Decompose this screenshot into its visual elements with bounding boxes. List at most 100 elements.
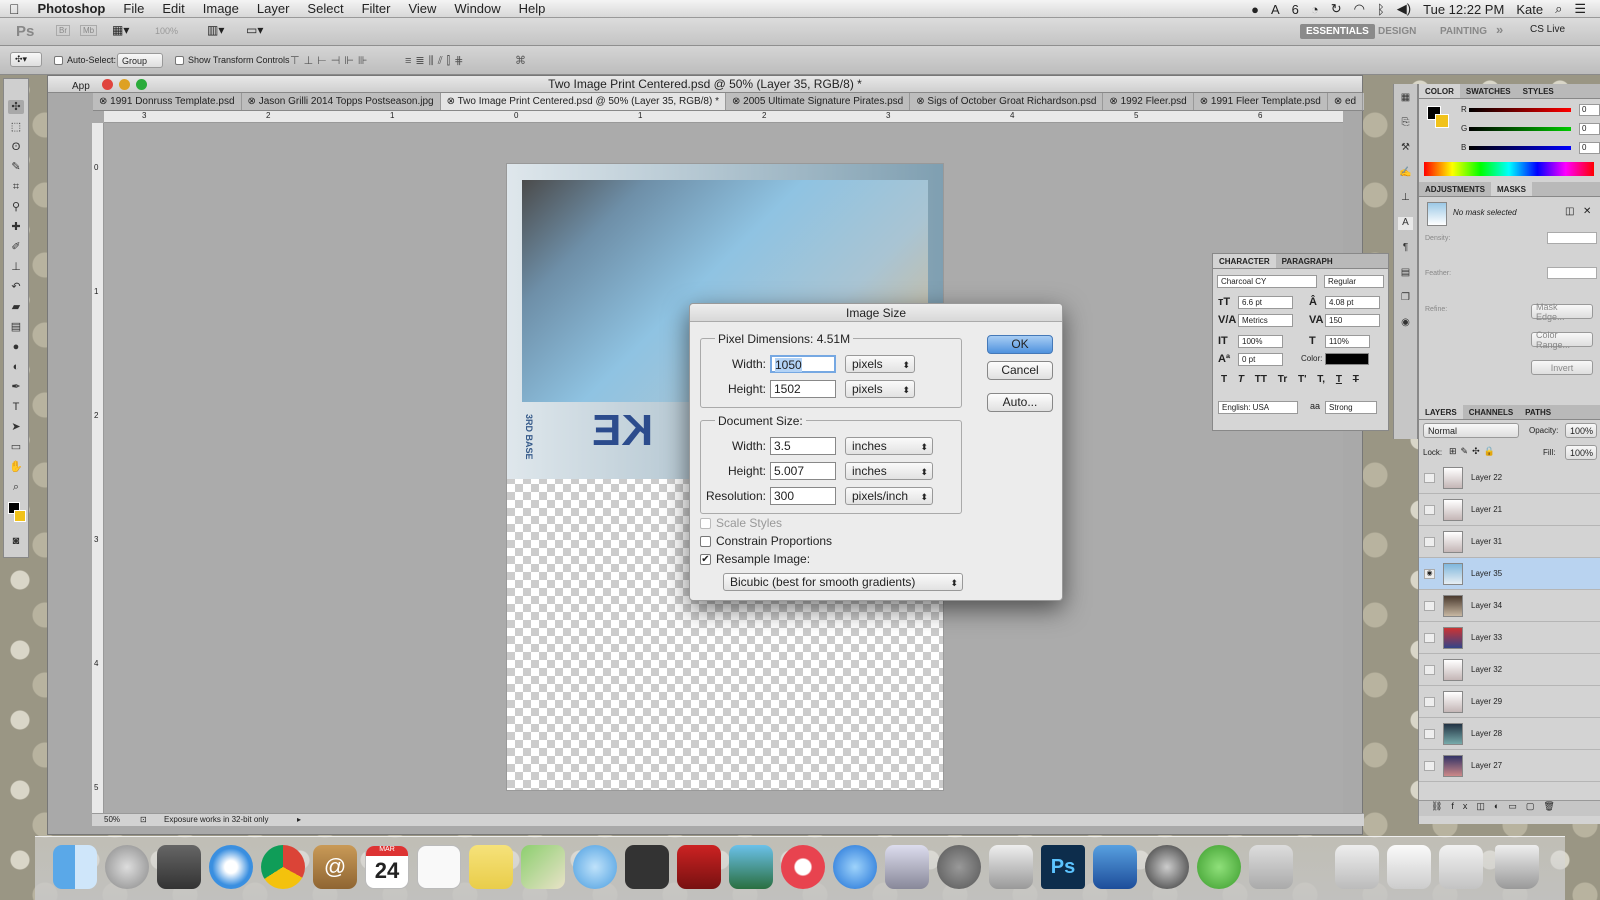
constrain-box[interactable] xyxy=(700,535,711,547)
history-icon[interactable]: ⎘ xyxy=(1398,117,1413,130)
blend-mode-select[interactable]: Normal xyxy=(1423,423,1519,438)
opacity-input[interactable]: 100% xyxy=(1565,423,1597,438)
layer-visibility-toggle[interactable] xyxy=(1424,697,1435,707)
brush-presets-icon[interactable]: ✍ xyxy=(1398,167,1413,180)
blur-tool-icon[interactable]: ● xyxy=(8,340,24,354)
gradient-tool-icon[interactable]: ▤ xyxy=(8,320,24,334)
tab-paragraph[interactable]: PARAGRAPH xyxy=(1276,254,1339,268)
user-name[interactable]: Kate xyxy=(1516,2,1543,17)
layer-visibility-toggle[interactable] xyxy=(1424,761,1435,771)
tool-presets-icon[interactable]: ⚒ xyxy=(1398,142,1413,155)
doc-height-unit-select[interactable]: inches xyxy=(845,462,933,480)
layer-row[interactable]: Layer 34 xyxy=(1419,590,1600,622)
tab-adjustments[interactable]: ADJUSTMENTS xyxy=(1419,182,1491,196)
photo-booth-icon[interactable] xyxy=(157,845,201,889)
xcode-icon[interactable] xyxy=(1093,845,1137,889)
apple-icon[interactable]:  xyxy=(9,1,20,17)
doc-width-input[interactable]: 3.5 xyxy=(770,437,836,455)
launchpad-icon[interactable] xyxy=(105,845,149,889)
doc-tab[interactable]: ⊗ Jason Grilli 2014 Topps Postseason.jpg xyxy=(242,93,441,110)
zoom-tool-icon[interactable]: ⌕ xyxy=(8,480,24,494)
workspace-more[interactable]: » xyxy=(1496,22,1503,37)
kerning-input[interactable]: Metrics xyxy=(1238,314,1293,327)
marquee-tool-icon[interactable]: ⬚ xyxy=(8,120,24,134)
background-color-swatch[interactable] xyxy=(1435,114,1449,128)
lock-icons[interactable]: ⊞✎✣🔒 xyxy=(1449,446,1499,457)
all-caps-button[interactable]: TT xyxy=(1255,374,1267,385)
auto-select-type[interactable]: Group xyxy=(117,53,163,68)
doc-tab[interactable]: ⊗ 1991 Donruss Template.psd xyxy=(93,93,242,110)
histogram-icon[interactable]: ▦ xyxy=(1398,92,1413,105)
spotlight-icon[interactable]: ⌕ xyxy=(1555,1,1562,17)
green-slider[interactable] xyxy=(1469,127,1571,131)
green-value[interactable]: 0 xyxy=(1579,123,1600,135)
notes-icon[interactable]: ▤ xyxy=(1398,267,1413,280)
app-store-icon[interactable] xyxy=(833,845,877,889)
menu-window[interactable]: Window xyxy=(454,1,500,16)
layer-row[interactable]: Layer 33 xyxy=(1419,622,1600,654)
layer-row[interactable]: Layer 29 xyxy=(1419,686,1600,718)
color-spectrum-bar[interactable] xyxy=(1424,162,1594,176)
notes-icon[interactable] xyxy=(469,845,513,889)
font-style-select[interactable]: Regular xyxy=(1324,275,1384,288)
ok-button[interactable]: OK xyxy=(987,335,1053,354)
layer-row[interactable]: Layer 28 xyxy=(1419,718,1600,750)
underline-button[interactable]: T xyxy=(1336,374,1342,385)
screen-mode-icon[interactable]: ▭▾ xyxy=(246,23,263,37)
iphoto-icon[interactable] xyxy=(729,845,773,889)
layer-visibility-toggle[interactable] xyxy=(1424,601,1435,611)
auto-align-icon[interactable]: ⌘ xyxy=(515,54,526,67)
faux-bold-button[interactable]: T xyxy=(1221,374,1227,385)
applications-stack-icon[interactable] xyxy=(1439,845,1483,889)
trash-icon[interactable] xyxy=(1495,845,1539,889)
doc-tab[interactable]: ⊗ Sigs of October Groat Richardson.psd xyxy=(910,93,1104,110)
utorrent-icon[interactable] xyxy=(1197,845,1241,889)
dodge-tool-icon[interactable]: ◐ xyxy=(8,360,24,374)
status-a-icon[interactable]: A xyxy=(1271,2,1280,17)
status-zoom[interactable]: 50% xyxy=(104,814,120,826)
documents-stack-icon[interactable] xyxy=(1387,845,1431,889)
tab-swatches[interactable]: SWATCHES xyxy=(1460,84,1517,98)
tab-styles[interactable]: STYLES xyxy=(1517,84,1560,98)
auto-select-option[interactable]: Auto-Select: xyxy=(54,55,116,66)
vertical-scale-input[interactable]: 100% xyxy=(1238,335,1283,348)
system-preferences-icon[interactable] xyxy=(937,845,981,889)
layer-visibility-toggle[interactable] xyxy=(1424,665,1435,675)
auto-select-checkbox[interactable] xyxy=(54,56,63,66)
language-select[interactable]: English: USA xyxy=(1218,401,1298,414)
status-info-icon[interactable]: ⊡ xyxy=(140,814,147,826)
layer-visibility-toggle[interactable] xyxy=(1424,473,1435,483)
red-value[interactable]: 0 xyxy=(1579,104,1600,116)
doc-tab-active[interactable]: ⊗ Two Image Print Centered.psd @ 50% (La… xyxy=(440,93,726,110)
status-message[interactable]: Exposure works in 32-bit only xyxy=(164,814,269,826)
baseline-shift-input[interactable]: 0 pt xyxy=(1238,353,1283,366)
scanner-icon[interactable] xyxy=(1145,845,1189,889)
text-color-swatch[interactable] xyxy=(1325,353,1369,365)
view-extras-icon[interactable]: ▦▾ xyxy=(112,23,129,37)
menu-view[interactable]: View xyxy=(408,1,436,16)
downloads-stack-icon[interactable] xyxy=(1335,845,1379,889)
layer-visibility-toggle[interactable] xyxy=(1424,537,1435,547)
eyedropper-tool-icon[interactable]: ⚲ xyxy=(8,200,24,214)
layer-row-selected[interactable]: ◉ Layer 35 xyxy=(1419,558,1600,590)
distribute-icons[interactable]: ≡≣⫼⫽⫿⋕ xyxy=(405,54,467,68)
scale-styles-checkbox[interactable]: Scale Styles xyxy=(700,516,782,530)
red-slider[interactable] xyxy=(1469,108,1571,112)
paragraph-panel-icon[interactable]: ¶ xyxy=(1398,242,1413,255)
horizontal-scale-input[interactable]: 110% xyxy=(1325,335,1370,348)
zoom-window-icon[interactable] xyxy=(136,79,147,90)
tab-masks[interactable]: MASKS xyxy=(1491,182,1532,196)
brush-tool-icon[interactable]: ✐ xyxy=(8,240,24,254)
strikethrough-button[interactable]: T xyxy=(1353,374,1359,385)
subscript-button[interactable]: T, xyxy=(1317,374,1325,385)
maps-icon[interactable] xyxy=(521,845,565,889)
calendar-icon[interactable]: MAR 24 xyxy=(365,845,409,889)
scale-styles-box[interactable] xyxy=(700,517,711,529)
crop-tool-icon[interactable]: ⌗ xyxy=(8,180,24,194)
doc-tab[interactable]: ⊗ 2005 Ultimate Signature Pirates.psd xyxy=(726,93,911,110)
color-range-button[interactable]: Color Range... xyxy=(1531,330,1593,350)
align-icons[interactable]: ⊤⊥⊢⊣⊩⊪ xyxy=(290,54,372,67)
small-caps-button[interactable]: Tr xyxy=(1278,374,1287,385)
layer-visibility-toggle[interactable] xyxy=(1424,633,1435,643)
kuler-icon[interactable]: ◉ xyxy=(1398,317,1413,330)
